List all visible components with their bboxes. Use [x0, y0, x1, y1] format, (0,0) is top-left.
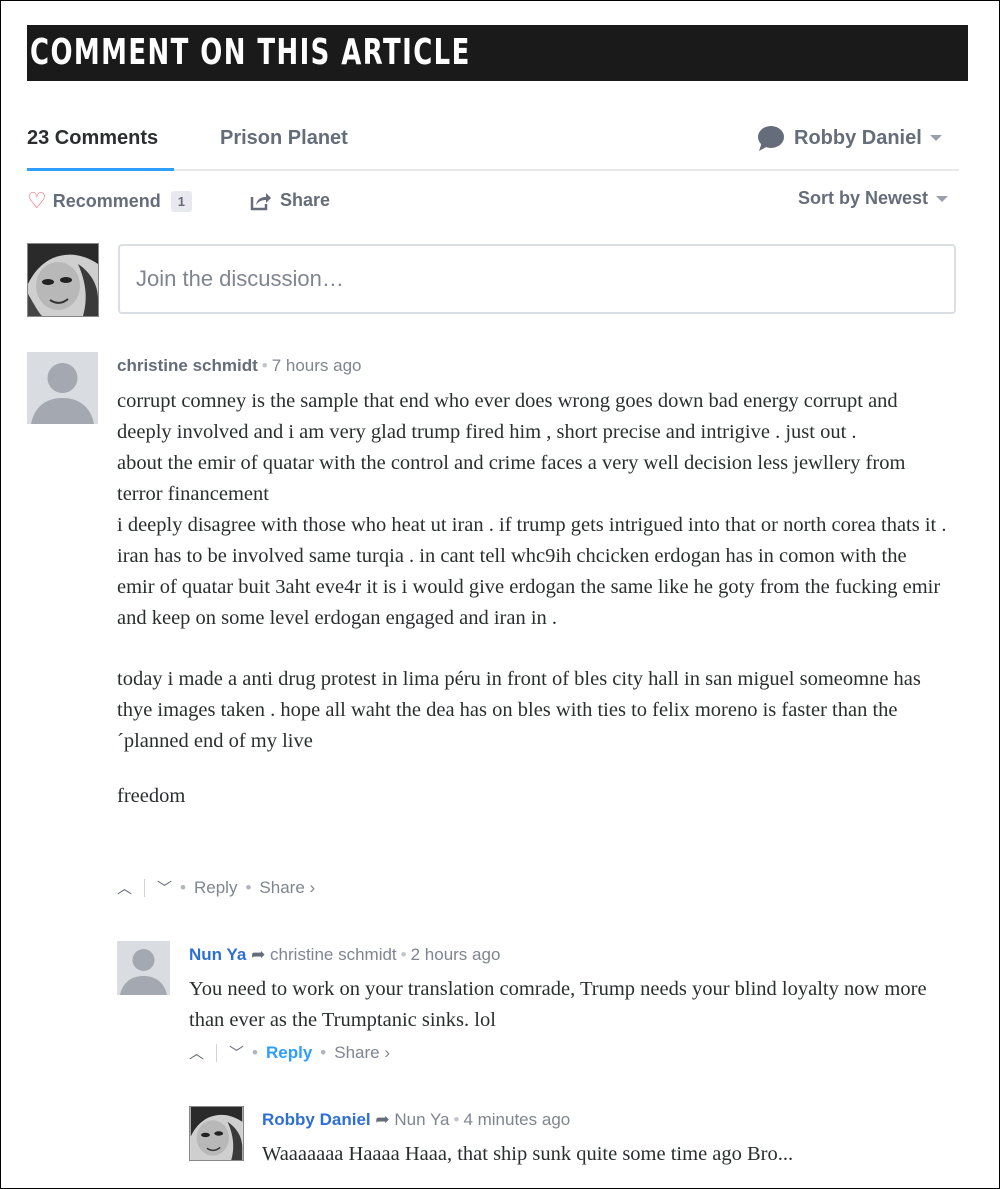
- user-menu[interactable]: Robby Daniel: [756, 125, 942, 151]
- comment-timestamp[interactable]: 7 hours ago: [272, 356, 362, 375]
- active-tab-indicator: [27, 168, 174, 171]
- comment-header: christine schmidt • 7 hours ago: [117, 356, 362, 375]
- chat-bubble-icon: [756, 125, 784, 151]
- comment-paragraph: i deeply disagree with those who heat ut…: [117, 514, 947, 629]
- heart-icon: ♡: [27, 188, 47, 213]
- user-avatar: [27, 243, 99, 317]
- parent-author[interactable]: Nun Ya: [394, 1110, 449, 1129]
- sort-dropdown[interactable]: Sort by Newest: [798, 188, 949, 209]
- comment-input[interactable]: Join the discussion…: [118, 244, 956, 314]
- downvote-icon[interactable]: ﹀: [157, 877, 172, 898]
- comment-body: You need to work on your translation com…: [189, 974, 929, 1036]
- downvote-icon[interactable]: ﹀: [229, 1042, 244, 1063]
- share-label: Share: [280, 190, 331, 210]
- tab-community[interactable]: Prison Planet: [220, 127, 348, 150]
- comment-actions: ︿ ﹀ • Reply • Share ›: [189, 1042, 390, 1063]
- reply-link[interactable]: Reply: [266, 1043, 312, 1063]
- upvote-icon[interactable]: ︿: [117, 877, 132, 898]
- comment-paragraph: freedom: [117, 785, 186, 807]
- avatar[interactable]: [117, 941, 170, 995]
- share-link[interactable]: Share ›: [334, 1043, 390, 1063]
- comment-paragraph: corrupt comney is the sample that end wh…: [117, 390, 898, 443]
- reply-arrow-icon: ➦: [375, 1110, 390, 1129]
- parent-author[interactable]: christine schmidt: [270, 945, 397, 964]
- comment-body: corrupt comney is the sample that end wh…: [117, 386, 947, 812]
- comment-author[interactable]: Nun Ya: [189, 945, 246, 964]
- comment-header: Nun Ya ➦ christine schmidt • 2 hours ago: [189, 945, 501, 964]
- avatar[interactable]: [27, 352, 98, 424]
- chevron-down-icon: [936, 196, 949, 203]
- recommend-count: 1: [170, 190, 192, 212]
- avatar[interactable]: [189, 1106, 244, 1161]
- share-button[interactable]: Share: [250, 190, 330, 211]
- comment-paragraph: Waaaaaaa Haaaa Haaa, that ship sunk quit…: [262, 1143, 794, 1165]
- comment-author[interactable]: christine schmidt: [117, 356, 258, 375]
- section-banner: COMMENT ON THIS ARTICLE: [27, 25, 968, 81]
- share-icon: [250, 192, 271, 210]
- reply-arrow-icon: ➦: [251, 945, 266, 964]
- user-name: Robby Daniel: [794, 126, 922, 149]
- banner-title: COMMENT ON THIS ARTICLE: [30, 32, 471, 73]
- comment-paragraph: today i made a anti drug protest in lima…: [117, 668, 921, 752]
- sort-label: Sort by Newest: [798, 188, 929, 208]
- comment-actions: ︿ ﹀ • Reply • Share ›: [117, 877, 316, 898]
- reply-link[interactable]: Reply: [194, 878, 237, 898]
- recommend-label: Recommend: [52, 190, 161, 211]
- comment-body: Waaaaaaa Haaaa Haaa, that ship sunk quit…: [262, 1139, 962, 1170]
- tab-comments[interactable]: 23 Comments: [27, 127, 158, 150]
- comment-paragraph: about the emir of quatar with the contro…: [117, 452, 906, 505]
- recommend-button[interactable]: ♡ Recommend 1: [27, 190, 192, 212]
- comment-header: Robby Daniel ➦ Nun Ya • 4 minutes ago: [262, 1110, 571, 1129]
- comment-timestamp[interactable]: 4 minutes ago: [463, 1110, 570, 1129]
- share-link[interactable]: Share ›: [259, 878, 315, 898]
- chevron-down-icon: [929, 135, 942, 141]
- comment-paragraph: You need to work on your translation com…: [189, 978, 927, 1031]
- comment-timestamp[interactable]: 2 hours ago: [411, 945, 501, 964]
- comment-author[interactable]: Robby Daniel: [262, 1110, 371, 1129]
- upvote-icon[interactable]: ︿: [189, 1042, 204, 1063]
